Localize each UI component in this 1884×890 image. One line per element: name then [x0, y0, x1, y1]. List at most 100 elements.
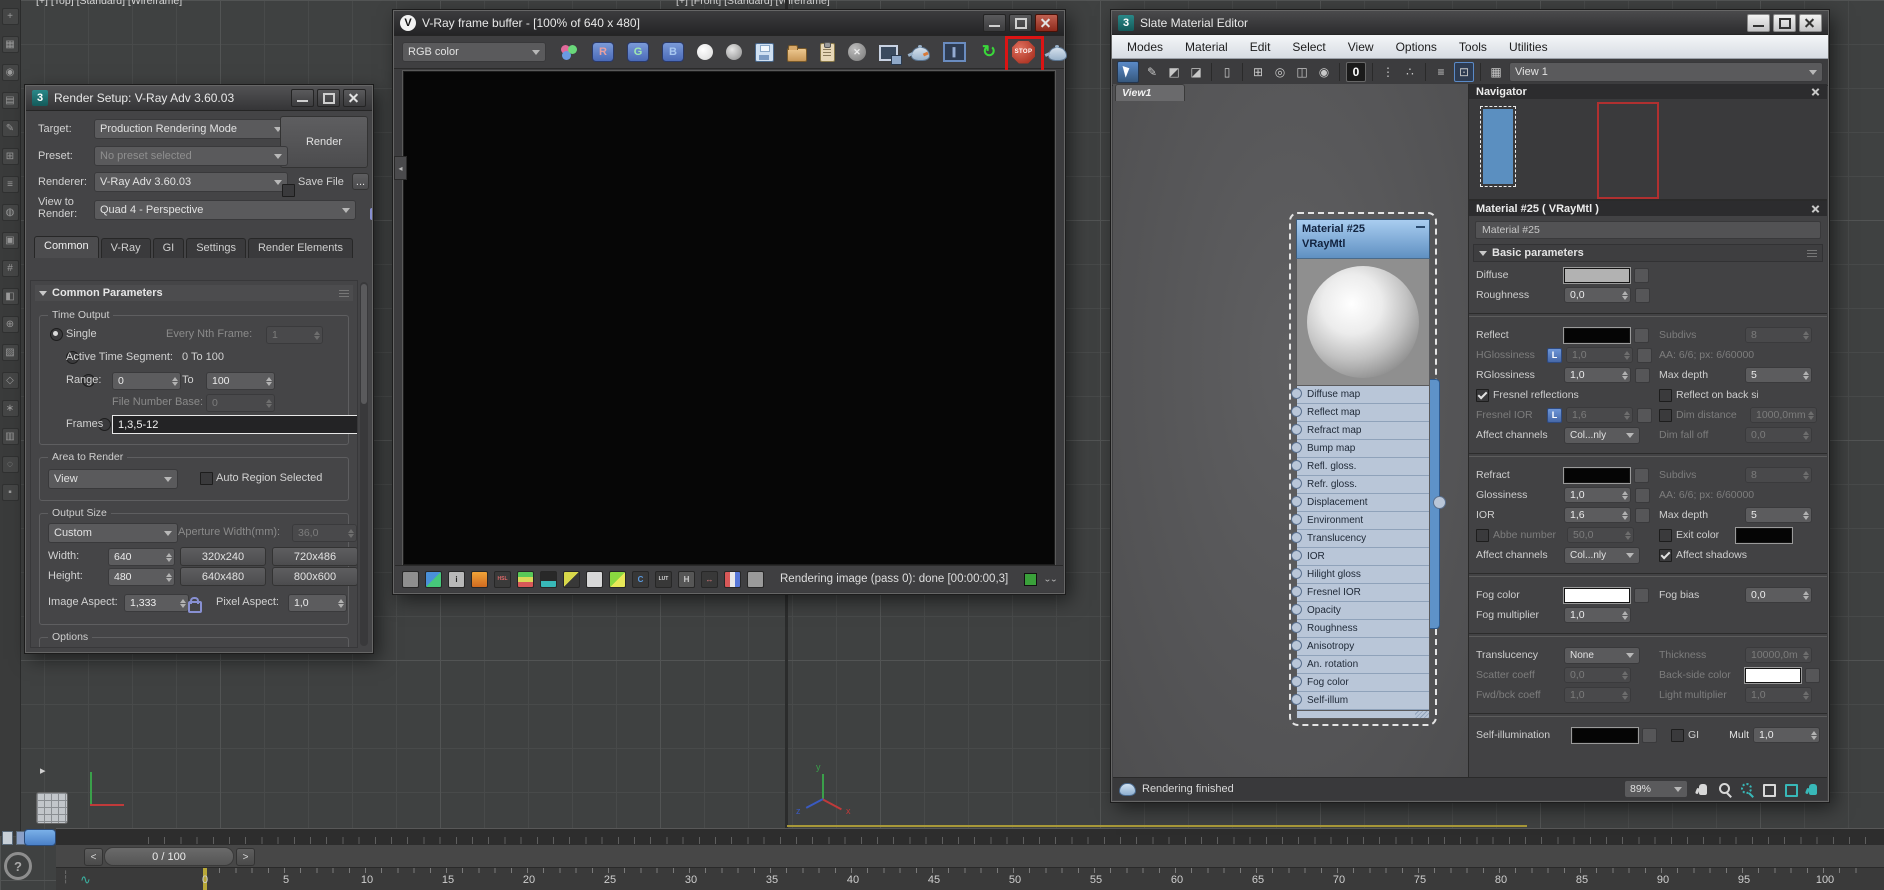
vfb-collapse-tab[interactable]: ◂ — [394, 156, 407, 180]
material-preview-button[interactable]: ▦ — [1487, 63, 1505, 81]
slot-socket-fresnel-ior[interactable] — [1291, 586, 1302, 597]
menu-options[interactable]: Options — [1385, 40, 1448, 54]
pan-tool-icon[interactable] — [1694, 781, 1711, 798]
background-icon[interactable] — [609, 571, 626, 588]
zoom-extents-icon[interactable] — [1760, 781, 1777, 798]
time-slider[interactable]: 0 / 100 — [104, 847, 234, 866]
pick-material-button[interactable]: ✎ — [1143, 63, 1161, 81]
preset-800x600-button[interactable]: 800x600 — [272, 567, 358, 586]
node-resize-grip[interactable] — [1296, 711, 1430, 719]
viewport-label-front[interactable]: [+] [Front] [Standard] [Wireframe] — [676, 0, 830, 7]
affect-channels-dropdown[interactable]: Col...nly — [1564, 427, 1640, 444]
height-spinner[interactable]: 480 — [108, 568, 175, 586]
track-bar[interactable] — [56, 828, 1884, 846]
zoom-level-dropdown[interactable]: 89% — [1624, 780, 1688, 798]
width-spinner[interactable]: 640 — [108, 548, 175, 566]
copy-to-clipboard-button[interactable] — [820, 43, 835, 62]
slot-socket-bump-map[interactable] — [1291, 442, 1302, 453]
curves-icon[interactable] — [563, 571, 580, 588]
preset-dropdown[interactable]: No preset selected — [94, 146, 288, 166]
dim-distance-spinner[interactable]: 1000,0mm — [1750, 407, 1817, 423]
help-icon[interactable]: ? — [4, 852, 32, 880]
gi-checkbox[interactable] — [1671, 729, 1684, 742]
corrections-toggle-icon[interactable] — [402, 571, 419, 588]
every-nth-spinner[interactable]: 1 — [266, 326, 323, 344]
slot-translucency[interactable]: Translucency — [1297, 530, 1429, 548]
light-multiplier-spinner[interactable]: 1,0 — [1745, 687, 1812, 703]
slot-socket-ior[interactable] — [1291, 550, 1302, 561]
reflect-swatch[interactable] — [1564, 328, 1630, 343]
toolbar-button-10[interactable]: # — [2, 260, 19, 277]
select-tool-button[interactable] — [1117, 61, 1139, 83]
slot-socket-displacement[interactable] — [1291, 496, 1302, 507]
slot-diffuse-map[interactable]: Diffuse map — [1297, 386, 1429, 404]
slot-socket-refl-gloss[interactable] — [1291, 460, 1302, 471]
material-name-field[interactable]: Material #25 — [1475, 221, 1821, 239]
bottom-left-blue-button[interactable] — [24, 829, 56, 846]
slot-bump-map[interactable]: Bump map — [1297, 440, 1429, 458]
slot-fog-color[interactable]: Fog color — [1297, 674, 1429, 692]
slot-socket-fog-color[interactable] — [1291, 676, 1302, 687]
roughness-map-button[interactable] — [1635, 288, 1650, 303]
minimize-button[interactable] — [291, 89, 314, 107]
toolbar-button-15[interactable]: ∗ — [2, 400, 19, 417]
back-side-color-map-button[interactable] — [1805, 668, 1820, 683]
sme-close-button[interactable] — [1799, 14, 1822, 32]
common-parameters-rollout[interactable]: Common Parameters — [35, 285, 353, 301]
thickness-spinner[interactable]: 10000,0m — [1745, 647, 1812, 663]
fresnel-ior-spinner[interactable]: 1,6 — [1566, 407, 1633, 423]
menu-view[interactable]: View — [1337, 40, 1385, 54]
slot-refl-gloss[interactable]: Refl. gloss. — [1297, 458, 1429, 476]
hsl-icon[interactable]: HSL — [494, 571, 511, 588]
stereo-icon[interactable]: ↔ — [701, 571, 718, 588]
toolbar-button-6[interactable]: ⊞ — [2, 148, 19, 165]
glossiness-spinner[interactable]: 1,0 — [1564, 487, 1631, 503]
basic-parameters-rollout[interactable]: Basic parameters — [1473, 244, 1823, 262]
menu-edit[interactable]: Edit — [1239, 40, 1282, 54]
timeline-drag-dots[interactable]: ┆ — [62, 870, 69, 884]
vfb-close-button[interactable] — [1035, 14, 1058, 32]
next-frame-button[interactable]: > — [236, 848, 255, 866]
white-balance-icon[interactable] — [586, 571, 603, 588]
tab-gi[interactable]: GI — [153, 238, 185, 258]
slot-displacement[interactable]: Displacement — [1297, 494, 1429, 512]
fog-color-map-button[interactable] — [1634, 588, 1649, 603]
slot-fresnel-ior[interactable]: Fresnel IOR — [1297, 584, 1429, 602]
node-collapse-icon[interactable] — [1416, 224, 1425, 231]
target-dropdown[interactable]: Production Rendering Mode — [94, 119, 288, 139]
toolbar-button-13[interactable]: ▨ — [2, 344, 19, 361]
material-node[interactable]: Material #25 VRayMtl Diffuse mapReflect … — [1296, 219, 1430, 719]
delete-selected-button[interactable]: ▯ — [1218, 63, 1236, 81]
bloom-glare-icon[interactable]: C — [632, 571, 649, 588]
render-setup-titlebar[interactable]: 3 Render Setup: V-Ray Adv 3.60.03 — [26, 86, 372, 111]
expand-toolbar-arrow[interactable]: ▸ — [40, 764, 46, 777]
fresnel-ior-map-button[interactable] — [1637, 408, 1652, 423]
viewport-layout-button[interactable] — [36, 792, 68, 824]
hide-unused-slots-button[interactable]: ◎ — [1271, 63, 1289, 81]
listener-doc-icon[interactable] — [2, 831, 13, 845]
self-illumination-swatch[interactable] — [1572, 728, 1638, 743]
monochrome-button[interactable] — [726, 44, 742, 60]
assign-to-selection-button[interactable]: ◪ — [1187, 63, 1205, 81]
zoom-extents-selected-icon[interactable] — [1782, 781, 1799, 798]
range-to-spinner[interactable]: 100 — [206, 372, 275, 390]
viewport-label-top[interactable]: [+] [Top] [Standard] [Wireframe] — [36, 0, 182, 7]
vfb-memory-icon[interactable] — [1024, 573, 1037, 586]
slot-anisotropy[interactable]: Anisotropy — [1297, 638, 1429, 656]
aperture-spinner[interactable]: 36,0 — [292, 524, 357, 542]
pan-to-selected-icon[interactable] — [1804, 781, 1821, 798]
file-number-base-spinner[interactable]: 0 — [206, 394, 275, 412]
output-type-dropdown[interactable]: Custom — [48, 523, 178, 543]
show-maps-in-viewport-button[interactable]: ⋮ — [1379, 63, 1397, 81]
fog-bias-spinner[interactable]: 0,0 — [1745, 587, 1812, 603]
glossiness-map-button[interactable] — [1635, 488, 1650, 503]
material-params-header[interactable]: Material #25 ( VRayMtl ) — [1469, 201, 1827, 216]
maximize-button[interactable] — [317, 89, 340, 107]
put-to-scene-button[interactable]: ◩ — [1165, 63, 1183, 81]
toolbar-button-1[interactable]: + — [2, 8, 19, 25]
slot-socket-opacity[interactable] — [1291, 604, 1302, 615]
hglossiness-map-button[interactable] — [1637, 348, 1652, 363]
tab-v-ray[interactable]: V-Ray — [101, 238, 151, 258]
tab-settings[interactable]: Settings — [186, 238, 246, 258]
toolbar-button-9[interactable]: ▣ — [2, 232, 19, 249]
